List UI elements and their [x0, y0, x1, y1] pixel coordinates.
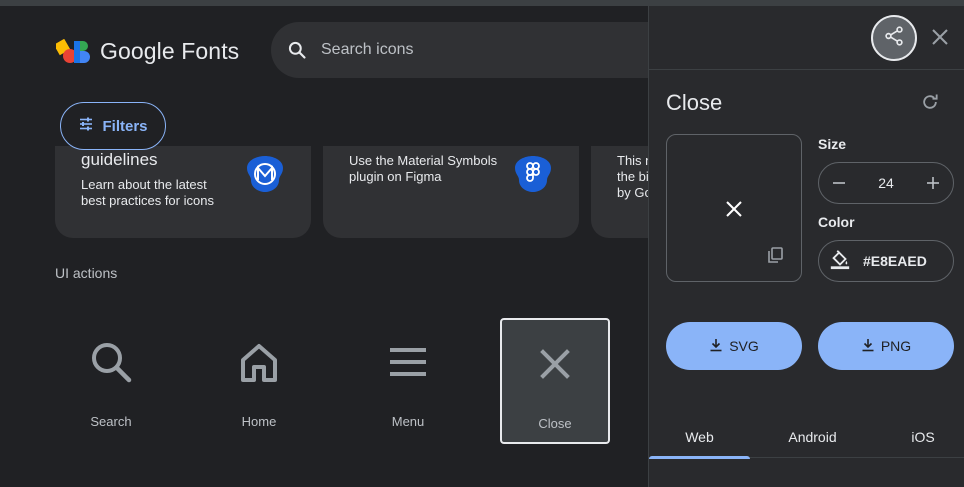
card-desc-line: by Go [617, 185, 648, 200]
icon-detail-panel: Close Size 24 Color #E8EAED SVG PNG Web … [648, 6, 964, 487]
download-png-button[interactable]: PNG [818, 322, 954, 370]
icon-tile-label: Search [90, 414, 132, 429]
icon-tile-label: Close [538, 416, 572, 431]
share-icon [883, 25, 905, 52]
icon-tile-label: Home [241, 414, 277, 429]
search-bar[interactable] [271, 22, 648, 78]
home-icon [235, 338, 283, 386]
card-guidelines[interactable]: guidelines Learn about the latest best p… [55, 146, 311, 238]
download-icon [709, 338, 723, 355]
color-label: Color [818, 214, 855, 230]
panel-divider [649, 69, 964, 70]
paint-bucket-icon [829, 248, 851, 275]
search-icon [87, 338, 135, 386]
card-desc-line: best practices for icons [81, 193, 214, 208]
size-stepper: 24 [818, 162, 954, 204]
card-desc-line: Use the Material Symbols [349, 153, 498, 168]
filters-button[interactable]: Filters [60, 102, 166, 150]
share-button[interactable] [871, 15, 917, 61]
close-panel-icon[interactable] [931, 28, 949, 46]
close-icon [725, 200, 743, 218]
download-icon [861, 338, 875, 355]
tune-icon [78, 116, 94, 136]
card-desc-line: Learn about the latest [81, 177, 207, 192]
download-svg-button[interactable]: SVG [666, 322, 802, 370]
copy-icon[interactable] [766, 246, 784, 264]
figma-icon [513, 154, 553, 194]
section-label: UI actions [55, 265, 118, 281]
card-figma-plugin[interactable]: Use the Material Symbols plugin on Figma [323, 146, 579, 238]
card-partial[interactable]: This n the bi by Go [591, 146, 648, 238]
icon-preview [666, 134, 802, 282]
card-desc-line: This n [617, 153, 648, 168]
tab-android[interactable]: Android [762, 416, 863, 458]
refresh-icon[interactable] [920, 92, 940, 112]
icon-tile-menu[interactable]: Menu [353, 318, 463, 444]
card-desc-line: the bi [617, 169, 648, 184]
main-content: Google Fonts Filters guidelines Learn ab… [0, 6, 648, 487]
google-fonts-logo-icon [53, 38, 90, 65]
menu-icon [384, 338, 432, 386]
app-title: Google Fonts [100, 38, 240, 64]
download-png-label: PNG [880, 338, 912, 354]
tab-web[interactable]: Web [649, 416, 750, 459]
filters-label: Filters [102, 117, 148, 135]
minus-icon[interactable] [831, 175, 847, 191]
icon-tile-close[interactable]: Close [500, 318, 610, 444]
size-label: Size [818, 136, 847, 152]
icon-tile-home[interactable]: Home [204, 318, 314, 444]
icon-tile-label: Menu [391, 414, 425, 429]
download-svg-label: SVG [729, 338, 759, 354]
panel-title: Close [666, 90, 723, 115]
color-picker[interactable]: #E8EAED [818, 240, 954, 282]
tab-ios[interactable]: iOS [873, 416, 964, 458]
size-value[interactable]: 24 [878, 175, 894, 191]
card-desc-line: plugin on Figma [349, 169, 442, 184]
color-value: #E8EAED [863, 253, 927, 269]
plus-icon[interactable] [925, 175, 941, 191]
card-title: guidelines [81, 150, 158, 169]
material-logo-icon [245, 154, 285, 194]
platform-tabs: Web Android iOS [649, 416, 964, 459]
google-fonts-logo[interactable]: Google Fonts [53, 38, 240, 65]
icon-tile-search[interactable]: Search [56, 318, 166, 444]
close-icon [531, 340, 579, 388]
search-input[interactable] [321, 41, 621, 59]
search-icon [287, 40, 307, 60]
